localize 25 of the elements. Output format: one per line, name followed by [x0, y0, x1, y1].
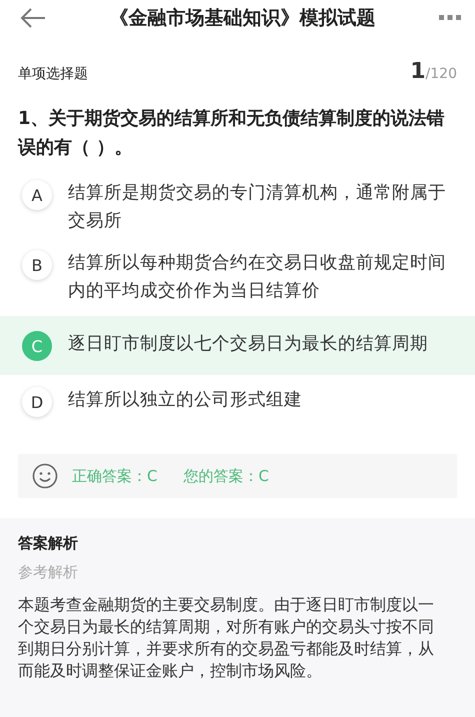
analysis-subtitle: 参考解析: [18, 563, 79, 582]
current-number: 1: [410, 59, 426, 84]
smiley-icon: [32, 463, 58, 489]
question-type: 单项选择题: [18, 65, 88, 83]
more-icon[interactable]: [439, 14, 461, 20]
option-letter: C: [22, 331, 52, 361]
option-text: 结算所以独立的公司形式组建: [68, 389, 302, 412]
total-count: /120: [426, 66, 457, 82]
answer-option[interactable]: A 结算所是期货交易的专门清算机构，通常附属于交易所: [0, 172, 475, 242]
option-letter: D: [22, 387, 52, 417]
option-text: 结算所是期货交易的专门清算机构，通常附属于交易所: [68, 182, 447, 233]
option-letter: A: [22, 180, 52, 210]
analysis-text: 本题考查金融期货的主要交易制度。由于逐日盯市制度以一个交易日为最长的结算周期，对所有账户的交易头寸按不同到期日分别计算，并要求所有的交易盈亏都能及时结算，从而能及时调整保证金账户，控制市场风险。: [18, 594, 435, 682]
your-answer: 您的答案：C: [183, 466, 269, 486]
option-text: 结算所以每种期货合约在交易日收盘前规定时间内的平均成交价作为当日结算价: [68, 252, 447, 303]
answer-option[interactable]: D 结算所以独立的公司形式组建: [0, 379, 475, 424]
option-text: 逐日盯市制度以七个交易日为最长的结算周期: [68, 333, 428, 356]
correct-answer: 正确答案：C: [72, 466, 158, 486]
answer-option[interactable]: B 结算所以每种期货合约在交易日收盘前规定时间内的平均成交价作为当日结算价: [0, 242, 475, 312]
answer-option[interactable]: C 逐日盯市制度以七个交易日为最长的结算周期: [0, 316, 475, 375]
analysis-title: 答案解析: [18, 534, 79, 553]
question-text: 1、关于期货交易的结算所和无负债结算制度的说法错误的有（ ）。: [16, 107, 446, 160]
back-icon[interactable]: [20, 8, 46, 28]
page-title: 《金融市场基础知识》模拟试题: [110, 6, 376, 30]
option-letter: B: [22, 250, 52, 280]
